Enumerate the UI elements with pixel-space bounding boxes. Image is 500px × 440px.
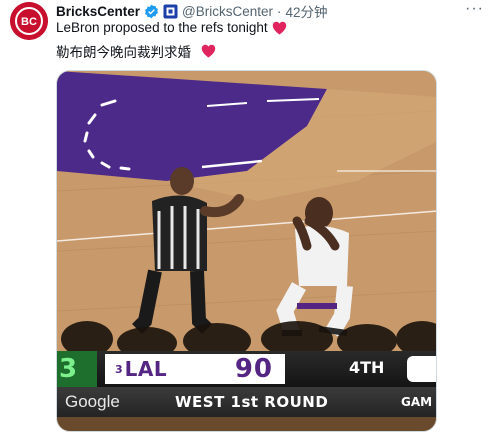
tweet-card[interactable]: BC BricksCenter @BricksCenter · 42分钟 ···…: [0, 0, 500, 440]
home-team-block: 3 LAL 90: [105, 354, 285, 384]
tweet-text-line-1: LeBron proposed to the refs tonight: [56, 20, 287, 35]
tweet-header: BricksCenter @BricksCenter · 42分钟: [56, 1, 328, 21]
more-options-button[interactable]: ···: [465, 0, 484, 18]
tweet-video[interactable]: 3 3 LAL 90 4TH Google WEST 1st ROUND GAM: [56, 70, 437, 432]
series-round-label: WEST 1st ROUND: [175, 393, 329, 411]
video-bottom-strip: [57, 417, 436, 431]
game-clock-box: [407, 356, 436, 382]
bricks-center-logo-icon: BC: [10, 2, 48, 40]
tweet-text-line-2: 勒布朗今晚向裁判求婚: [56, 41, 216, 61]
away-score: 3: [57, 351, 97, 387]
game-period: 4TH: [349, 358, 385, 377]
home-score: 90: [234, 354, 273, 384]
verified-check-icon: [145, 4, 159, 18]
tweet-text-chinese: 勒布朗今晚向裁判求婚: [56, 45, 191, 60]
red-heart-emoji-icon: [272, 21, 286, 35]
home-team-name: LAL: [124, 357, 168, 381]
home-seed: 3: [115, 362, 123, 376]
tweet-timestamp[interactable]: 42分钟: [286, 1, 328, 21]
broadcast-footer-bar: Google WEST 1st ROUND GAM: [57, 387, 436, 417]
avatar[interactable]: BC: [10, 2, 48, 40]
scoreboard-bar: 3 3 LAL 90 4TH: [57, 351, 436, 387]
author-name[interactable]: BricksCenter: [56, 4, 140, 19]
tweet-text-english: LeBron proposed to the refs tonight: [56, 20, 268, 35]
red-heart-emoji-icon: [201, 44, 216, 58]
separator-dot: ·: [277, 3, 282, 19]
game-label-partial: GAM: [401, 395, 433, 409]
svg-text:BC: BC: [21, 16, 37, 28]
sponsor-label: Google: [65, 392, 120, 411]
affiliate-badge-icon: [163, 4, 178, 18]
author-handle[interactable]: @BricksCenter: [182, 4, 273, 19]
